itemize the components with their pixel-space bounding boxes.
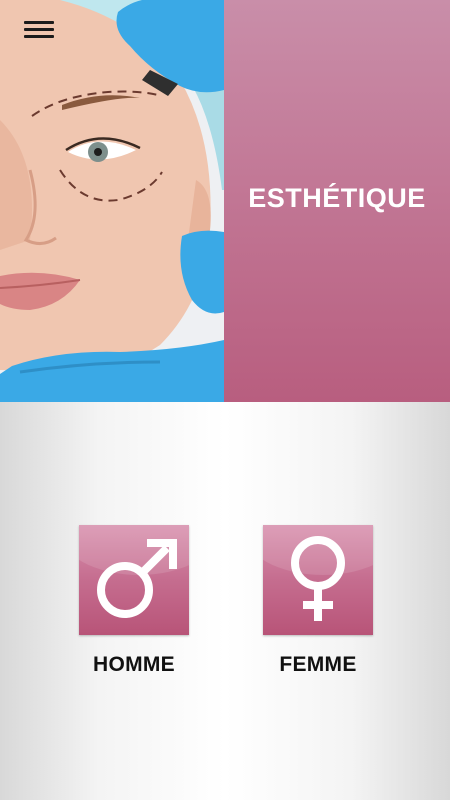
- page-title: ESTHÉTIQUE: [248, 182, 426, 213]
- gender-selector: HOMME FEMME: [0, 402, 450, 800]
- title-panel: ESTHÉTIQUE: [224, 0, 450, 402]
- hamburger-menu-icon: [24, 35, 54, 38]
- hero-section: ESTHÉTIQUE: [0, 0, 450, 402]
- hamburger-menu-icon: [24, 21, 54, 24]
- app-screen: ESTHÉTIQUE HOMME FEMME: [0, 0, 450, 800]
- homme-label: HOMME: [93, 653, 175, 676]
- hero-image: [0, 0, 224, 402]
- male-symbol-icon: [97, 539, 177, 618]
- femme-tile[interactable]: [263, 525, 373, 635]
- femme-button[interactable]: FEMME: [243, 525, 393, 677]
- homme-tile[interactable]: [79, 525, 189, 635]
- menu-button[interactable]: [18, 17, 58, 43]
- femme-label: FEMME: [279, 653, 357, 676]
- female-symbol-icon: [291, 536, 345, 621]
- homme-button[interactable]: HOMME: [59, 525, 209, 677]
- hamburger-menu-icon: [24, 28, 54, 31]
- face-illustration: [0, 0, 224, 402]
